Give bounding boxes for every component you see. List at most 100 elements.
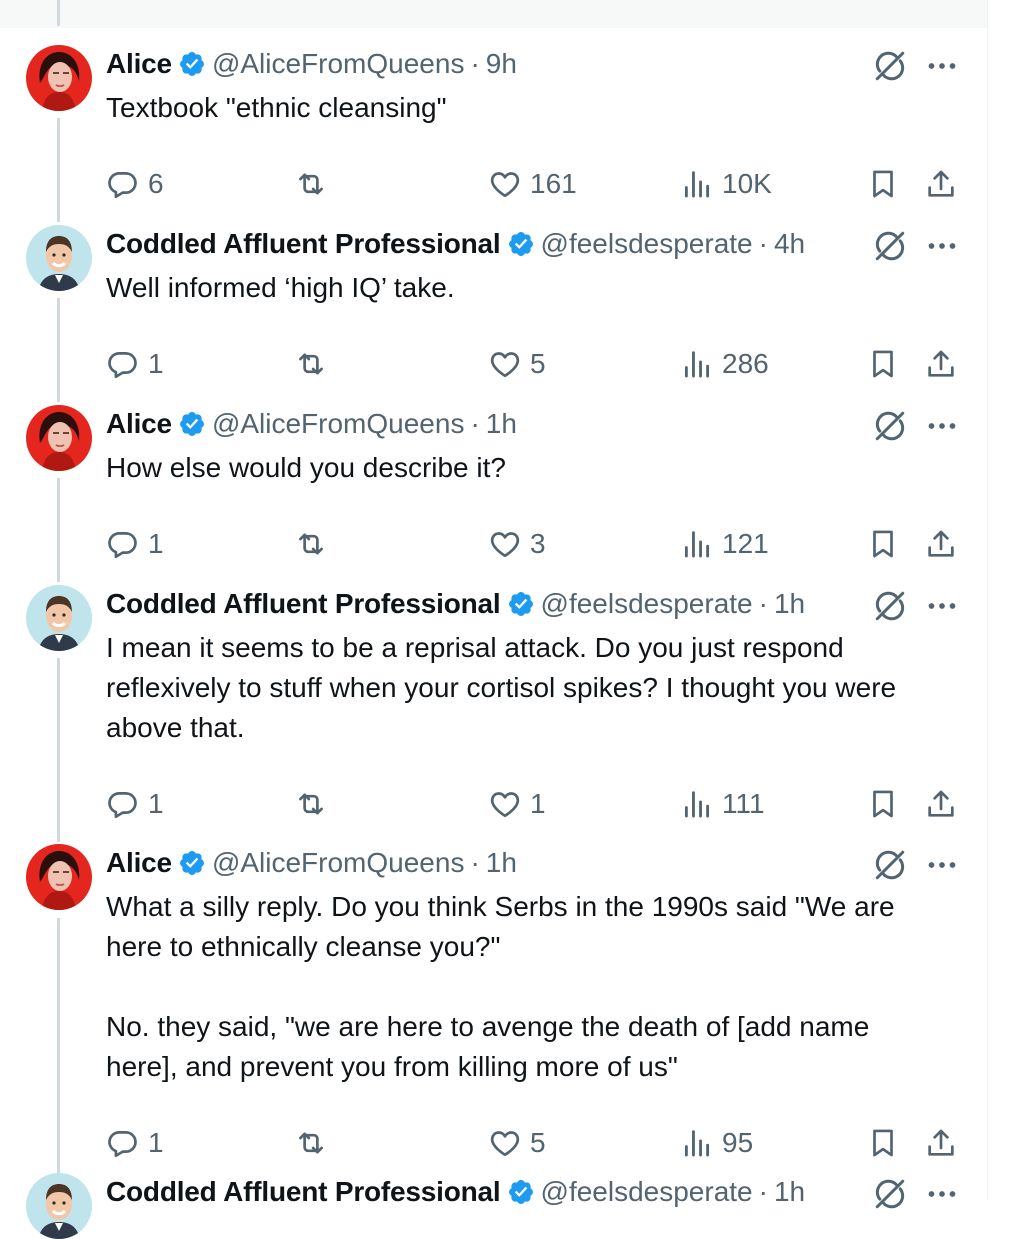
tweet-header: Alice @AliceFromQueens · 9h [106,47,517,81]
more-icon[interactable] [924,228,960,264]
timestamp[interactable]: 4h [774,228,805,260]
user-handle[interactable]: @feelsdesperate [541,1176,753,1208]
like-count: 3 [530,528,546,559]
user-handle[interactable]: @AliceFromQueens [212,847,465,879]
avatar[interactable] [26,585,92,651]
like-count: 1 [530,788,546,819]
timestamp[interactable]: 1h [774,588,805,620]
display-name[interactable]: Coddled Affluent Professional [106,1176,501,1208]
views-count: 286 [722,348,769,379]
share-button[interactable] [924,524,958,564]
reply-button[interactable]: 6 [106,164,164,204]
reply-count: 1 [148,788,164,819]
grok-icon[interactable] [872,408,908,444]
retweet-button[interactable] [294,524,336,564]
timestamp[interactable]: 1h [774,1176,805,1208]
separator-dot: · [470,847,480,878]
more-icon[interactable] [924,408,960,444]
tweet-text: What a silly reply. Do you think Serbs i… [106,891,895,1082]
avatar[interactable] [26,405,92,471]
bookmark-button[interactable] [866,784,900,824]
share-button[interactable] [924,784,958,824]
retweet-icon [294,787,328,821]
views-button[interactable]: 10K [680,164,772,204]
bookmark-button[interactable] [866,344,900,384]
grok-icon[interactable] [872,48,908,84]
tweet-text: I mean it seems to be a reprisal attack.… [106,632,897,743]
grok-icon[interactable] [872,847,908,883]
separator-dot: · [758,1176,768,1207]
like-button[interactable]: 161 [488,164,577,204]
tweet-header: Alice @AliceFromQueens · 1h [106,846,517,880]
verified-badge-icon [507,590,535,618]
reply-button[interactable]: 1 [106,524,164,564]
retweet-button[interactable] [294,784,336,824]
reply-icon [106,527,140,561]
more-icon[interactable] [924,1176,960,1212]
views-button[interactable]: 121 [680,524,769,564]
action-bar: 1 5 286 [106,344,966,384]
display-name[interactable]: Alice [106,847,172,879]
views-button[interactable]: 95 [680,1123,753,1163]
display-name[interactable]: Coddled Affluent Professional [106,228,501,260]
bookmark-icon [866,1126,900,1160]
bookmark-button[interactable] [866,1123,900,1163]
action-bar: 1 5 95 [106,1123,966,1163]
retweet-button[interactable] [294,1123,336,1163]
reply-button[interactable]: 1 [106,344,164,384]
share-button[interactable] [924,344,958,384]
tweet-text: How else would you describe it? [106,452,506,483]
grok-icon[interactable] [872,228,908,264]
like-button[interactable]: 3 [488,524,546,564]
more-icon[interactable] [924,588,960,624]
tweet-text: Textbook "ethnic cleansing" [106,92,447,123]
reply-icon [106,167,140,201]
grok-icon[interactable] [872,1176,908,1212]
like-button[interactable]: 1 [488,784,546,824]
like-button[interactable]: 5 [488,344,546,384]
bookmark-icon [866,527,900,561]
user-handle[interactable]: @AliceFromQueens [212,48,465,80]
reply-count: 1 [148,348,164,379]
retweet-button[interactable] [294,344,336,384]
more-icon[interactable] [924,847,960,883]
user-handle[interactable]: @AliceFromQueens [212,408,465,440]
like-button[interactable]: 5 [488,1123,546,1163]
thread-line [57,478,60,582]
display-name[interactable]: Coddled Affluent Professional [106,588,501,620]
avatar[interactable] [26,225,92,291]
bookmark-button[interactable] [866,524,900,564]
bookmark-button[interactable] [866,164,900,204]
views-count: 10K [722,168,772,199]
share-icon [924,1126,958,1160]
tweet-header: Coddled Affluent Professional @feelsdespe… [106,1175,805,1209]
separator-dot: · [470,48,480,79]
views-icon [680,527,714,561]
reply-icon [106,1126,140,1160]
like-count: 5 [530,348,546,379]
like-icon [488,347,522,381]
reply-button[interactable]: 1 [106,784,164,824]
more-icon[interactable] [924,48,960,84]
action-bar: 1 1 111 [106,784,966,824]
timestamp[interactable]: 9h [486,48,517,80]
views-count: 121 [722,528,769,559]
avatar[interactable] [26,45,92,111]
grok-icon[interactable] [872,588,908,624]
display-name[interactable]: Alice [106,408,172,440]
timestamp[interactable]: 1h [486,408,517,440]
avatar[interactable] [26,1173,92,1239]
retweet-button[interactable] [294,164,336,204]
reply-button[interactable]: 1 [106,1123,164,1163]
user-handle[interactable]: @feelsdesperate [541,228,753,260]
views-button[interactable]: 111 [680,784,765,824]
share-button[interactable] [924,1123,958,1163]
user-handle[interactable]: @feelsdesperate [541,588,753,620]
avatar[interactable] [26,844,92,910]
timestamp[interactable]: 1h [486,847,517,879]
views-button[interactable]: 286 [680,344,769,384]
share-button[interactable] [924,164,958,204]
display-name[interactable]: Alice [106,48,172,80]
retweet-icon [294,347,328,381]
retweet-icon [294,527,328,561]
